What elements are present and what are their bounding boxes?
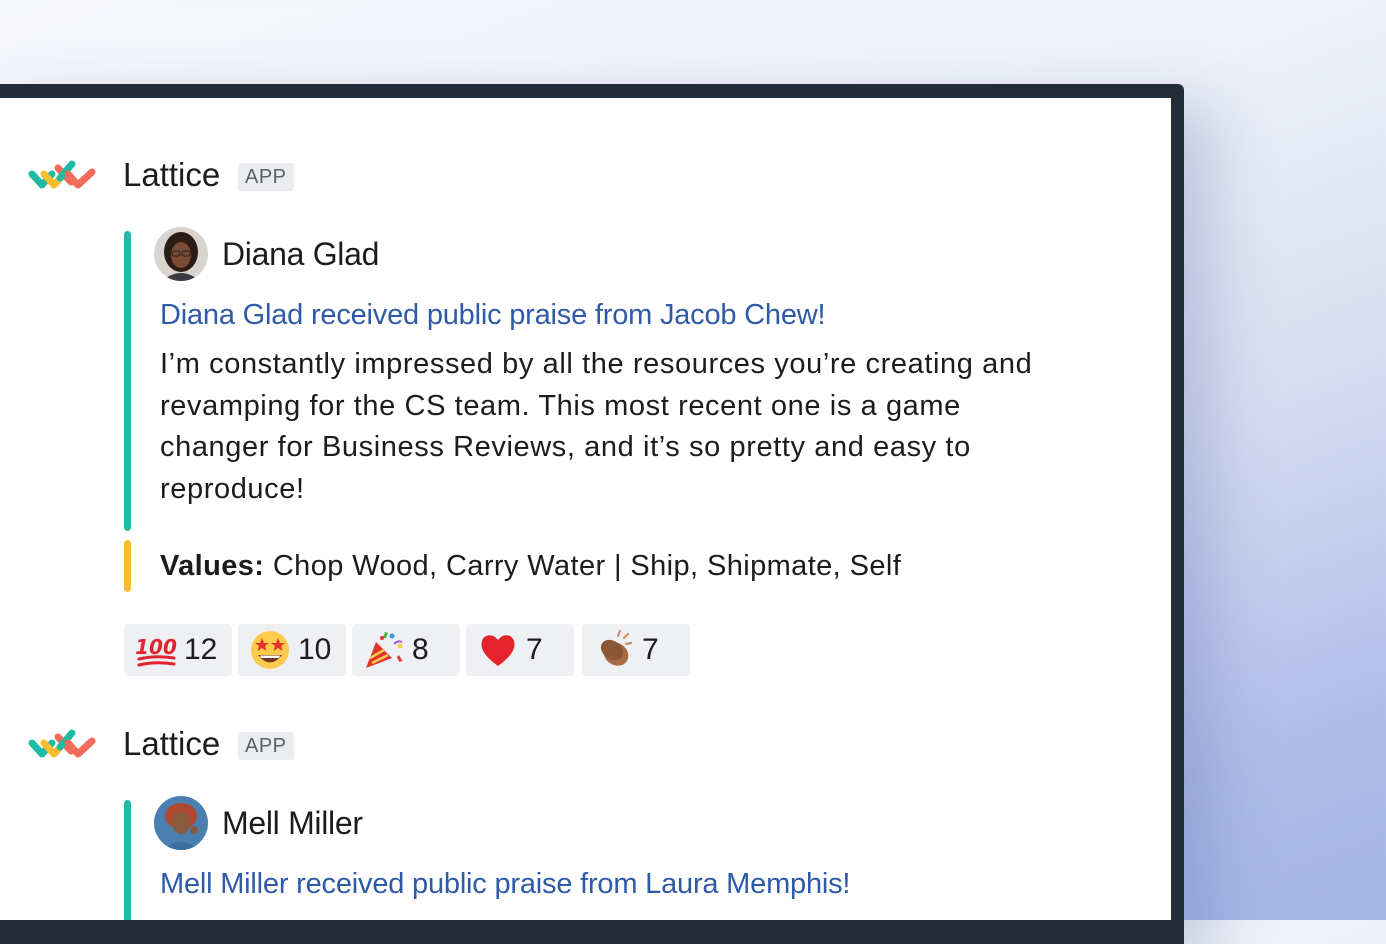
reaction-count: 8: [412, 633, 429, 666]
reaction-hundred-points[interactable]: 100 12: [124, 624, 232, 676]
avatar[interactable]: [154, 796, 208, 850]
app-name[interactable]: Lattice: [123, 727, 220, 760]
reaction-party-popper[interactable]: 8: [352, 624, 460, 676]
values-label: Values:: [160, 550, 265, 582]
person-name[interactable]: Diana Glad: [222, 238, 379, 270]
attachment-accent-bar: [124, 231, 131, 531]
party-popper-icon: [366, 631, 403, 668]
reaction-clapping-hands[interactable]: 7: [582, 624, 690, 676]
app-name[interactable]: Lattice: [123, 158, 220, 191]
avatar[interactable]: [154, 227, 208, 281]
chat-panel: Lattice APP Diana Glad Diana Glad receiv…: [0, 98, 1171, 920]
values-line: Values: Chop Wood, Carry Water | Ship, S…: [160, 552, 901, 581]
reaction-count: 12: [184, 633, 218, 666]
star-struck-face-icon: [251, 631, 289, 669]
praise-headline-link[interactable]: Mell Miller received public praise from …: [160, 870, 850, 899]
attachment-accent-bar: [124, 800, 131, 920]
person-name[interactable]: Mell Miller: [222, 807, 363, 839]
reaction-count: 7: [642, 633, 659, 666]
praise-headline-link[interactable]: Diana Glad received public praise from J…: [160, 301, 826, 330]
reaction-count: 7: [526, 633, 543, 666]
values-accent-bar: [124, 540, 131, 592]
app-badge: APP: [238, 163, 294, 191]
lattice-logo-icon: [28, 160, 96, 189]
lattice-logo-icon: [28, 729, 96, 758]
reaction-star-struck[interactable]: 10: [238, 624, 346, 676]
reaction-red-heart[interactable]: 7: [466, 624, 574, 676]
clapping-hands-icon: [600, 630, 632, 666]
praise-message: I’m constantly impressed by all the reso…: [160, 348, 1033, 505]
reaction-count: 10: [298, 633, 332, 666]
values-text: Chop Wood, Carry Water | Ship, Shipmate,…: [264, 550, 902, 582]
hundred-points-icon: 100: [135, 635, 177, 667]
app-badge: APP: [238, 732, 294, 760]
red-heart-icon: [481, 635, 515, 666]
